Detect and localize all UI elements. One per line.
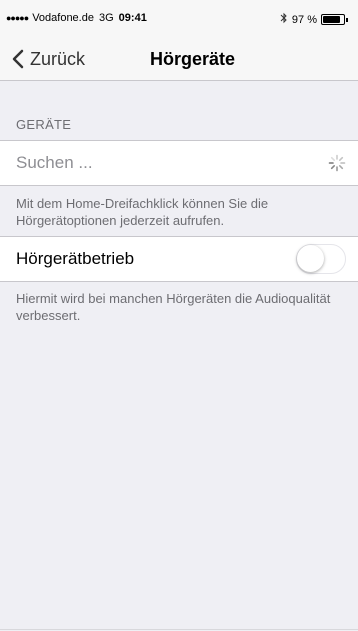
battery-tip [346, 17, 348, 22]
status-left: ●●●●● Vodafone.de 3G 09:41 [6, 12, 147, 24]
hearing-aid-mode-cell: Hörgerätbetrieb [0, 236, 358, 282]
devices-section-footer: Mit dem Home-Dreifachklick können Sie di… [16, 196, 269, 228]
bluetooth-icon [280, 12, 288, 27]
mode-section-footer: Hiermit wird bei manchen Hörgeräten die … [16, 291, 331, 323]
status-bar: ●●●●● Vodafone.de 3G 09:41 97 % [0, 0, 358, 38]
battery-percent: 97 % [291, 13, 317, 26]
back-button[interactable]: Zurück [10, 38, 85, 80]
battery-icon [321, 14, 345, 25]
search-label: Suchen ... [16, 153, 93, 172]
search-devices-cell[interactable]: Suchen ... [0, 140, 358, 186]
battery-fill [323, 16, 340, 23]
activity-spinner-icon [328, 154, 346, 172]
toggle-knob [297, 245, 324, 272]
chevron-left-icon [12, 49, 24, 69]
carrier-name: Vodafone.de [32, 12, 94, 24]
signal-strength-icon: ●●●●● [6, 13, 29, 23]
navigation-bar: Zurück Hörgeräte [0, 38, 358, 81]
devices-section-header: GERÄTE [16, 117, 72, 132]
bottom-divider [0, 629, 358, 630]
back-label: Zurück [30, 48, 86, 69]
hearing-aid-mode-toggle[interactable] [296, 244, 346, 274]
status-right: 97 % [280, 12, 348, 27]
network-type: 3G [98, 12, 114, 24]
status-time: 09:41 [118, 12, 147, 24]
hearing-aid-mode-label: Hörgerätbetrieb [16, 249, 135, 268]
page-title: Hörgeräte [150, 49, 236, 69]
